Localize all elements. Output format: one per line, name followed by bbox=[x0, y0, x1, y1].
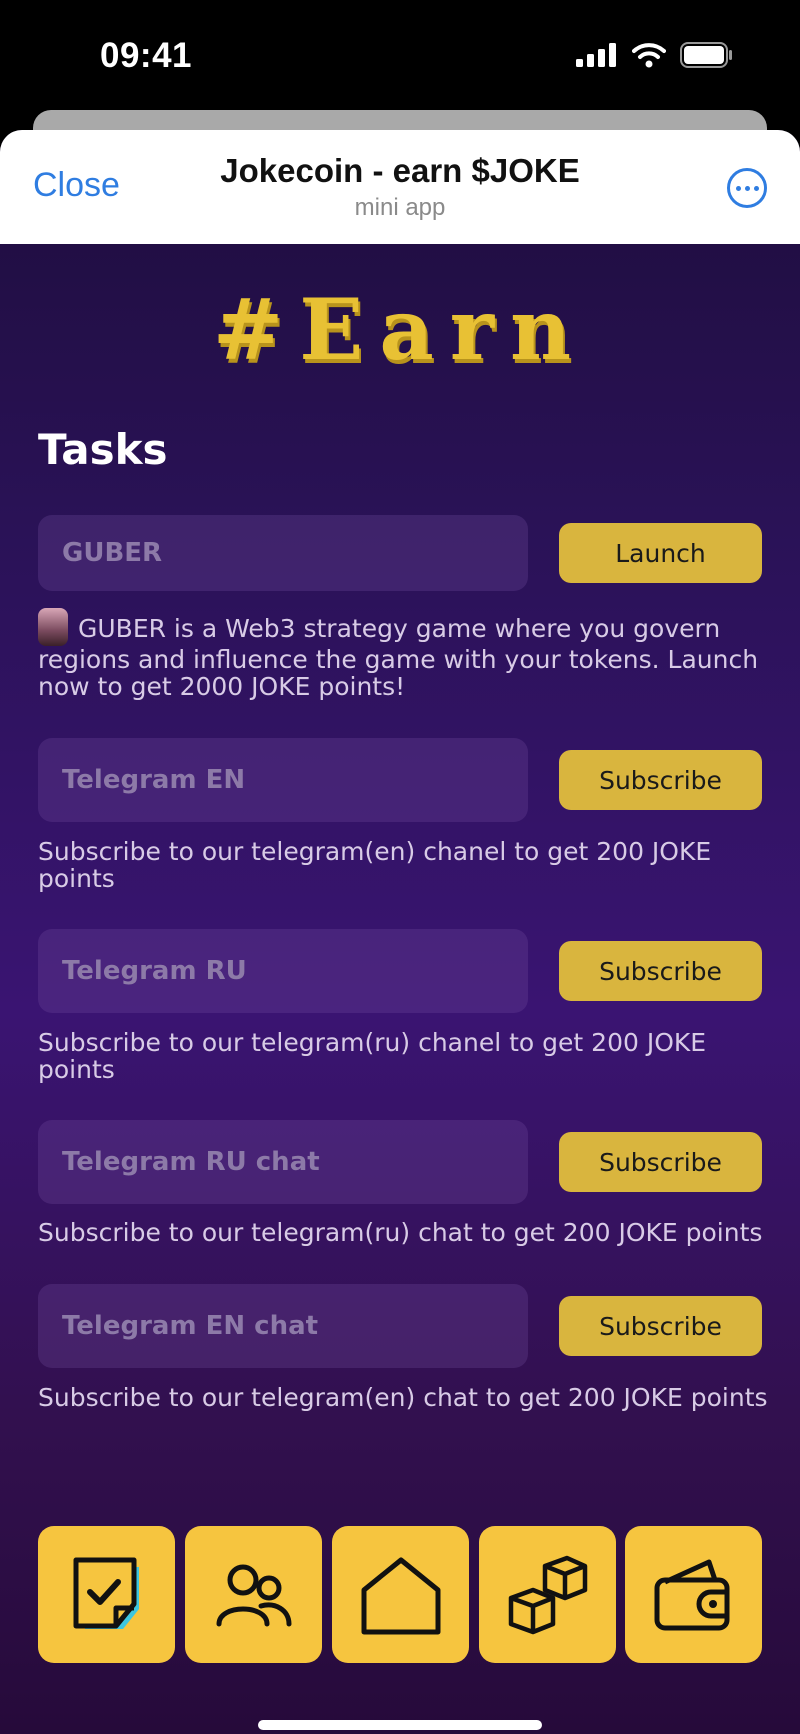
nav-friends-button[interactable] bbox=[185, 1526, 322, 1663]
app-title: Jokecoin - earn $JOKE bbox=[220, 152, 580, 189]
tasks-title: Tasks bbox=[38, 425, 168, 474]
cellular-signal-icon bbox=[576, 43, 616, 67]
task-description-telegram-en-chat: Subscribe to our telegram(en) chat to ge… bbox=[38, 1383, 768, 1412]
task-description-guber: GUBER is a Web3 strategy game where you … bbox=[38, 608, 768, 700]
bottom-navigation bbox=[0, 1526, 800, 1666]
task-name-telegram-en-chat: Telegram EN chat bbox=[38, 1284, 528, 1368]
mini-app-header: Close Jokecoin - earn $JOKE mini app bbox=[0, 130, 800, 244]
task-description-telegram-ru: Subscribe to our telegram(ru) chanel to … bbox=[38, 1028, 707, 1084]
app-subtitle: mini app bbox=[354, 194, 446, 221]
status-time: 09:41 bbox=[100, 36, 193, 75]
home-icon bbox=[361, 1557, 440, 1634]
launch-button[interactable]: Launch bbox=[559, 523, 762, 583]
task-name-telegram-ru: Telegram RU bbox=[38, 929, 528, 1013]
task-name-telegram-en: Telegram EN bbox=[38, 738, 528, 822]
friends-icon bbox=[216, 1564, 291, 1626]
subscribe-button-telegram-en-chat[interactable]: Subscribe bbox=[559, 1296, 762, 1356]
wallet-icon bbox=[654, 1559, 729, 1630]
nav-tasks-button[interactable] bbox=[38, 1526, 175, 1663]
boxes-icon bbox=[508, 1555, 587, 1634]
subscribe-button-telegram-en[interactable]: Subscribe bbox=[559, 750, 762, 810]
home-indicator[interactable] bbox=[258, 1720, 542, 1730]
tasks-icon bbox=[73, 1557, 139, 1629]
nav-boxes-button[interactable] bbox=[479, 1526, 616, 1663]
more-options-icon[interactable] bbox=[727, 168, 767, 208]
status-icons bbox=[576, 42, 734, 68]
earn-logo: #Earn bbox=[212, 280, 588, 379]
battery-icon bbox=[680, 42, 732, 68]
task-description-telegram-ru-chat: Subscribe to our telegram(ru) chat to ge… bbox=[38, 1218, 763, 1247]
guber-avatar-icon bbox=[38, 608, 68, 646]
subscribe-button-telegram-ru[interactable]: Subscribe bbox=[559, 941, 762, 1001]
task-name-telegram-ru-chat: Telegram RU chat bbox=[38, 1120, 528, 1204]
nav-home-button[interactable] bbox=[332, 1526, 469, 1663]
nav-wallet-button[interactable] bbox=[625, 1526, 762, 1663]
mini-app-sheet: Close Jokecoin - earn $JOKE mini app #Ea… bbox=[0, 130, 800, 1734]
subscribe-button-telegram-ru-chat[interactable]: Subscribe bbox=[559, 1132, 762, 1192]
status-bar: 09:41 bbox=[0, 0, 800, 110]
task-name-guber: GUBER bbox=[38, 515, 528, 591]
task-description-telegram-en: Subscribe to our telegram(en) chanel to … bbox=[38, 837, 712, 893]
wifi-icon bbox=[632, 43, 666, 68]
